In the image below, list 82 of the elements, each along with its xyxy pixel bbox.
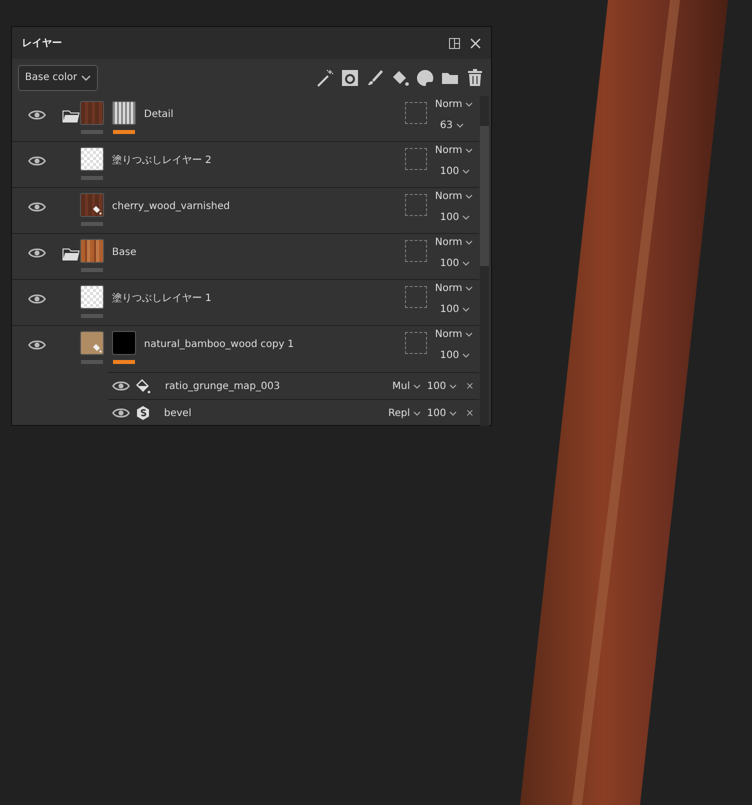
mask-slot[interactable] [405, 148, 427, 170]
close-icon[interactable] [470, 38, 481, 48]
chevron-down-icon [81, 74, 91, 80]
eye-icon[interactable] [28, 338, 46, 352]
chevron-down-icon [465, 332, 474, 337]
material-thumbnail[interactable] [80, 331, 104, 355]
layer-name: 塗りつぶしレイヤー 1 [112, 292, 213, 306]
blend-mode-dropdown[interactable]: Mul [392, 378, 422, 394]
material-thumbnail[interactable] [80, 239, 104, 263]
layer-name: Base [112, 246, 138, 260]
dock-icon[interactable] [449, 38, 460, 48]
mask-slot[interactable] [405, 194, 427, 216]
layer-name: Detail [144, 108, 174, 122]
opacity-dropdown[interactable]: 100 [435, 164, 479, 179]
mask-slot[interactable] [405, 286, 427, 308]
opacity-dropdown[interactable]: 100 [435, 302, 479, 317]
opacity-dropdown[interactable]: 63 [435, 118, 479, 133]
chevron-down-icon [462, 261, 470, 266]
material-thumbnail[interactable] [80, 285, 104, 309]
channel-indicator [81, 360, 103, 364]
eye-icon[interactable] [28, 154, 46, 168]
folder-icon[interactable] [62, 246, 80, 261]
blend-mode-dropdown[interactable]: Norm [435, 235, 479, 250]
scrollbar-thumb[interactable] [480, 126, 489, 266]
chevron-down-icon [462, 353, 470, 358]
mask-slot[interactable] [405, 332, 427, 354]
chevron-down-icon [413, 384, 422, 388]
chevron-down-icon [465, 194, 474, 199]
channel-indicator [81, 222, 103, 226]
blend-mode-dropdown[interactable]: Norm [435, 189, 479, 204]
mask-thumbnail[interactable] [112, 101, 136, 125]
channel-indicator [81, 268, 103, 272]
chevron-down-icon [462, 215, 470, 220]
magic-wand-icon[interactable] [315, 68, 335, 88]
eye-icon[interactable] [28, 292, 46, 306]
channel-indicator [81, 176, 103, 180]
chevron-down-icon [456, 123, 464, 128]
chevron-down-icon [449, 384, 458, 388]
eye-icon[interactable] [112, 379, 130, 393]
opacity-dropdown[interactable]: 100 [427, 378, 458, 394]
trash-icon[interactable] [465, 68, 485, 88]
eye-icon[interactable] [28, 200, 46, 214]
layer-name: 塗りつぶしレイヤー 2 [112, 154, 213, 168]
remove-effect-button[interactable]: × [466, 406, 474, 420]
chevron-down-icon [462, 169, 470, 174]
opacity-dropdown[interactable]: 100 [435, 256, 479, 271]
brush-icon[interactable] [365, 68, 385, 88]
opacity-dropdown[interactable]: 100 [435, 348, 479, 363]
chevron-down-icon [465, 148, 474, 153]
blend-mode-dropdown[interactable]: Repl [388, 406, 422, 420]
opacity-dropdown[interactable]: 100 [435, 210, 479, 225]
eye-icon[interactable] [28, 246, 46, 260]
chevron-down-icon [465, 240, 474, 245]
mask-slot[interactable] [405, 240, 427, 262]
layer-name: cherry_wood_varnished [112, 200, 231, 214]
effect-name: ratio_grunge_map_003 [165, 380, 281, 394]
chevron-down-icon [462, 307, 470, 312]
opacity-dropdown[interactable]: 100 [427, 406, 458, 420]
chevron-down-icon [413, 410, 422, 416]
layer-name: natural_bamboo_wood copy 1 [144, 338, 295, 352]
chevron-down-icon [449, 410, 458, 416]
material-thumbnail[interactable] [80, 147, 104, 171]
channel-indicator [81, 314, 103, 318]
material-thumbnail[interactable] [80, 101, 104, 125]
eye-icon[interactable] [28, 108, 46, 122]
chevron-down-icon [465, 102, 474, 107]
folder-icon[interactable] [62, 108, 80, 123]
effect-name: bevel [164, 406, 192, 420]
palette-icon[interactable] [415, 68, 435, 88]
panel-title: レイヤー [22, 36, 62, 50]
eye-icon[interactable] [112, 406, 130, 420]
channel-dropdown[interactable]: Base color [18, 64, 98, 90]
material-thumbnail[interactable] [80, 193, 104, 217]
blend-mode-dropdown[interactable]: Norm [435, 327, 479, 342]
chevron-down-icon [465, 286, 474, 291]
channel-indicator [81, 130, 103, 134]
blend-mode-dropdown[interactable]: Norm [435, 97, 479, 112]
mask-slot[interactable] [405, 102, 427, 124]
blend-mode-dropdown[interactable]: Norm [435, 281, 479, 296]
remove-effect-button[interactable]: × [466, 378, 474, 394]
mask-thumbnail[interactable] [112, 331, 136, 355]
blend-mode-dropdown[interactable]: Norm [435, 143, 479, 158]
